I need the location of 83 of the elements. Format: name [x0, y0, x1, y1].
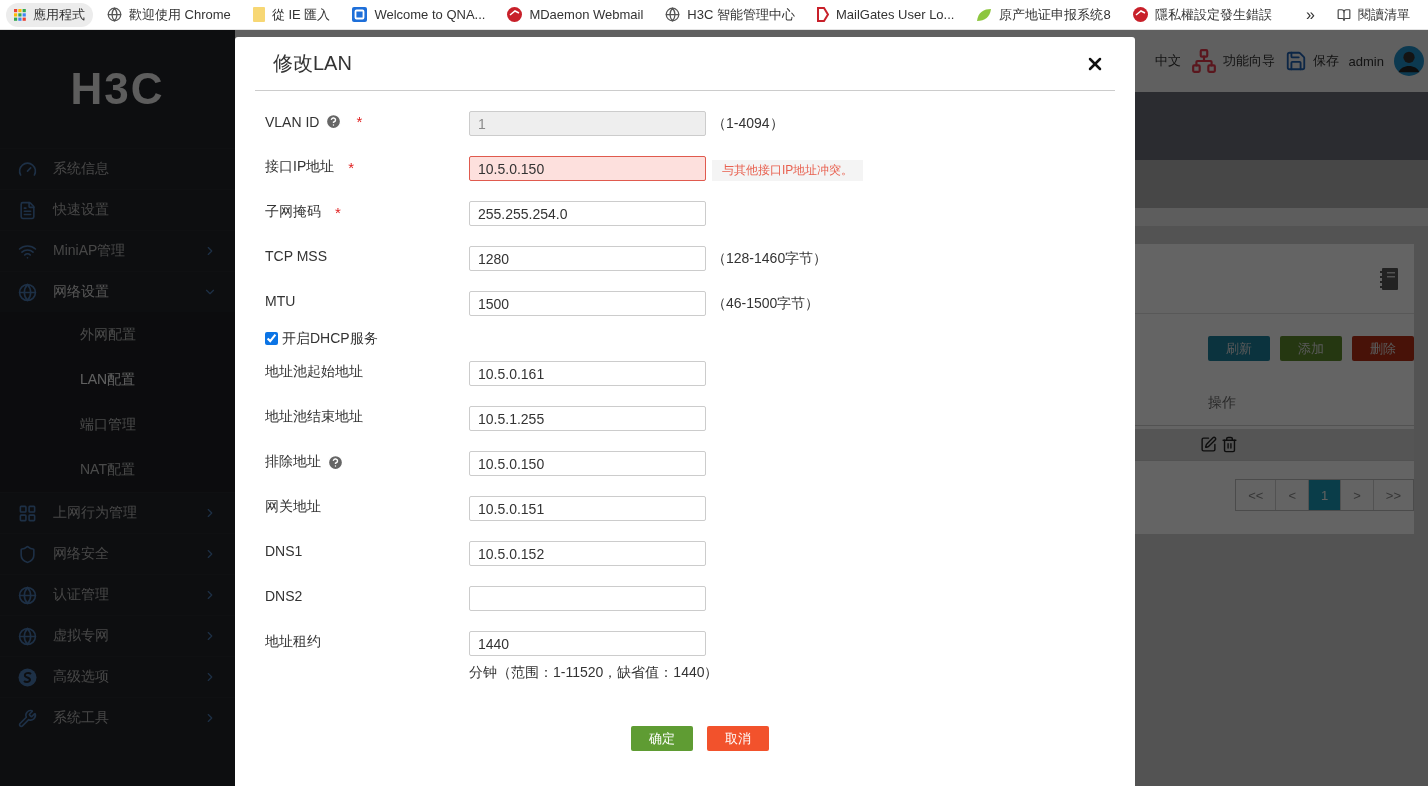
document-icon [18, 200, 37, 220]
input-field[interactable]: 1280 [469, 246, 706, 271]
input-field[interactable]: 1440 [469, 631, 706, 656]
save-link[interactable]: 保存 [1312, 52, 1339, 70]
globe-icon [107, 7, 122, 22]
save-icon[interactable] [1284, 50, 1307, 72]
bookmark[interactable]: 隱私權設定發生錯誤 [1124, 2, 1280, 27]
input-field[interactable]: 1500 [469, 291, 706, 316]
field-label: VLAN ID [265, 113, 320, 130]
wizard-link[interactable]: 功能向导 [1222, 52, 1275, 70]
field-label: MTU [265, 293, 296, 309]
shield-icon [18, 544, 37, 564]
network-nodes-icon[interactable] [1190, 48, 1217, 74]
toolbar-button[interactable]: 添加 [1280, 336, 1342, 361]
wrench-icon [18, 708, 37, 728]
trash-icon[interactable] [1221, 436, 1238, 453]
reading-list-button[interactable]: 閱讀清單 [1329, 2, 1418, 27]
page-button[interactable]: 1 [1308, 480, 1341, 510]
input-field[interactable]: 10.5.0.151 [469, 496, 706, 521]
bookmark[interactable]: 原产地证申报系统8 [968, 2, 1119, 27]
toolbar-button[interactable]: 刷新 [1208, 336, 1270, 361]
field-label: 地址池结束地址 [265, 408, 363, 426]
input-field[interactable]: 10.5.0.152 [469, 541, 706, 566]
grid-icon [18, 503, 37, 523]
avatar[interactable] [1394, 46, 1424, 76]
leaf-icon [976, 7, 993, 22]
round-logo-icon [507, 7, 523, 22]
field-label: 地址租约 [265, 633, 321, 651]
required-mark: * [348, 158, 355, 176]
required-mark: * [335, 203, 341, 221]
input-field[interactable]: 10.5.0.150 [469, 156, 706, 181]
bookmark[interactable]: MailGates User Lo... [808, 4, 963, 25]
field-label: TCP MSS [265, 248, 327, 264]
input-field[interactable]: 10.5.0.150 [469, 451, 706, 476]
gauge-icon [18, 159, 37, 179]
apps-grid-icon [14, 8, 26, 21]
bookmark[interactable]: Welcome to QNA... [344, 4, 494, 25]
bookmark[interactable]: MDaemon Webmail [499, 4, 652, 25]
help-icon[interactable] [327, 453, 344, 471]
checkbox[interactable] [265, 332, 278, 345]
h3c-logo: H3C [69, 63, 166, 115]
round-logo-icon [1132, 7, 1148, 22]
range-hint: （1-4094） [712, 114, 784, 133]
bookmark[interactable]: H3C 智能管理中心 [657, 2, 803, 27]
globe-icon [18, 626, 37, 646]
dialog-title: 修改LAN [273, 51, 352, 76]
column-header: 操作 [1208, 394, 1236, 412]
bookmark[interactable]: 應用程式 [6, 2, 93, 27]
q-logo-icon [352, 7, 368, 22]
toolbar-button[interactable]: 删除 [1352, 336, 1414, 361]
checkbox-label: 开启DHCP服务 [282, 329, 378, 348]
globe-icon [665, 7, 681, 22]
input-field[interactable]: 255.255.254.0 [469, 201, 706, 226]
notebook-icon[interactable] [1380, 267, 1398, 290]
user-name[interactable]: admin [1348, 53, 1384, 69]
bracket-logo-icon [816, 7, 829, 22]
confirm-button[interactable]: 确定 [631, 726, 693, 751]
input-field[interactable]: 10.5.1.255 [469, 406, 706, 431]
bookmark[interactable]: 從 IE 匯入 [244, 2, 339, 27]
bookmark[interactable]: 歡迎使用 Chrome [99, 2, 239, 27]
edit-icon[interactable] [1200, 436, 1217, 453]
range-hint: （128-1460字节） [712, 249, 828, 268]
field-label: 排除地址 [265, 453, 321, 471]
lease-note: 分钟（范围：1-11520，缺省值：1440） [469, 664, 720, 682]
range-hint: （46-1500字节） [712, 294, 820, 313]
input-field[interactable]: 10.5.0.161 [469, 361, 706, 386]
folder-icon [252, 7, 265, 22]
s-circle-icon [18, 667, 37, 687]
field-label: DNS2 [265, 588, 303, 604]
input-field[interactable] [469, 586, 706, 611]
required-mark: * [356, 113, 363, 130]
cancel-button[interactable]: 取消 [707, 726, 769, 751]
field-label: 接口IP地址 [265, 158, 335, 176]
globe-icon [18, 282, 37, 302]
field-label: 子网掩码 [265, 203, 321, 221]
error-message: 与其他接口IP地址冲突。 [712, 160, 864, 181]
field-label: DNS1 [265, 543, 303, 559]
field-label: 网关地址 [265, 498, 321, 516]
language-label[interactable]: 中文 [1154, 52, 1181, 70]
bookmarks-overflow[interactable]: » [1306, 5, 1315, 24]
field-label: 地址池起始地址 [265, 363, 363, 381]
globe-icon [18, 585, 37, 605]
list-icon [1337, 7, 1351, 22]
